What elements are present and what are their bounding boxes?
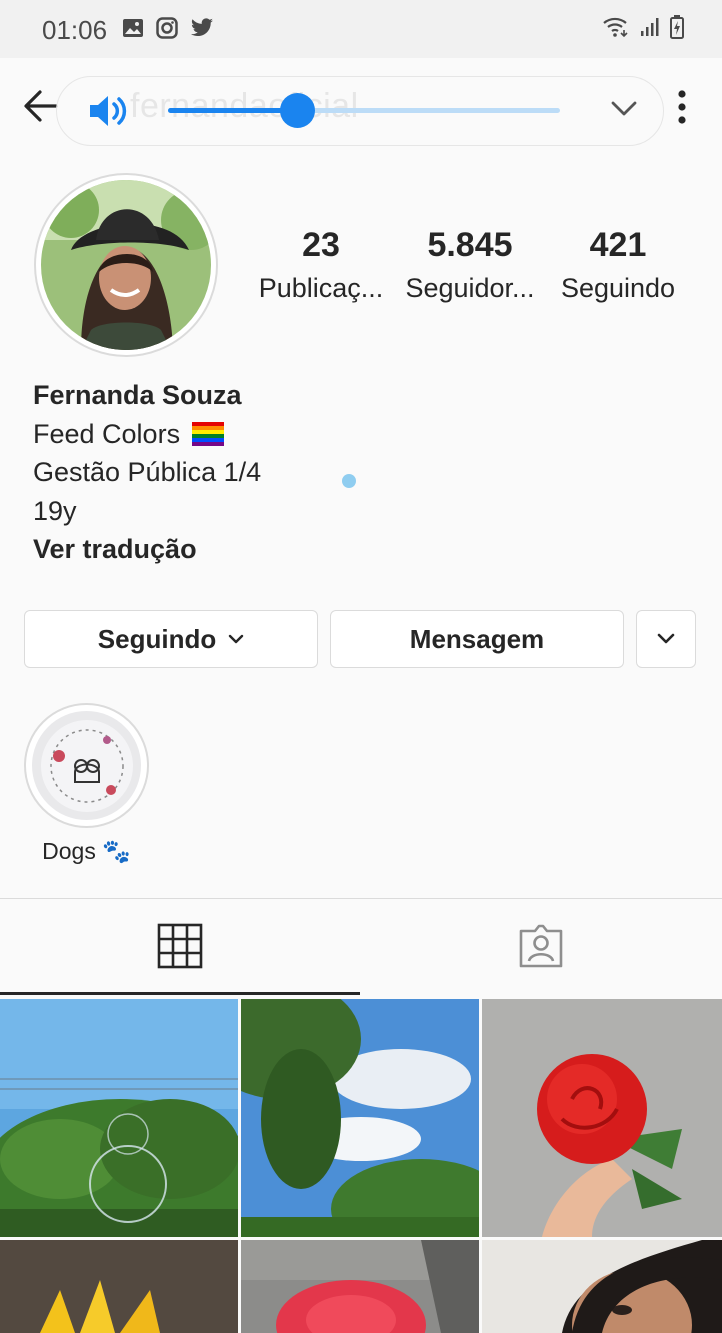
status-bar: 01:06 xyxy=(0,0,722,58)
stat-following-count: 421 xyxy=(589,226,647,264)
gallery-icon xyxy=(122,17,144,44)
more-options-icon[interactable] xyxy=(677,90,687,129)
tagged-icon xyxy=(517,923,565,974)
tab-tagged[interactable] xyxy=(360,899,722,997)
grid-icon xyxy=(157,923,203,974)
stat-following[interactable]: 421 Seguindo xyxy=(543,226,693,304)
post-thumbnail[interactable] xyxy=(482,1240,722,1333)
chevron-down-icon[interactable] xyxy=(610,98,638,123)
touch-indicator xyxy=(342,474,356,488)
chevron-down-icon xyxy=(228,633,244,645)
profile-bio: Fernanda Souza Feed Colors Gestão Públic… xyxy=(33,376,261,569)
highlight-dogs[interactable] xyxy=(32,711,141,820)
avatar[interactable] xyxy=(41,180,211,350)
twitter-icon xyxy=(190,17,214,44)
stat-posts-label: Publicaç... xyxy=(258,273,384,303)
signal-icon xyxy=(640,16,660,43)
status-time: 01:06 xyxy=(42,15,108,45)
stat-followers-label: Seguidor... xyxy=(405,273,535,303)
bio-line-1-text: Feed Colors xyxy=(33,418,181,449)
post-thumbnail[interactable] xyxy=(482,999,722,1237)
stat-posts-count: 23 xyxy=(302,226,340,264)
post-thumbnail[interactable] xyxy=(241,1240,479,1333)
stat-followers-count: 5.845 xyxy=(427,226,513,264)
following-button-label: Seguindo xyxy=(97,623,217,654)
profile-name: Fernanda Souza xyxy=(33,380,242,410)
stat-following-label: Seguindo xyxy=(560,273,676,303)
chevron-down-icon xyxy=(656,632,676,646)
suggested-accounts-button[interactable] xyxy=(636,610,696,668)
volume-slider-thumb[interactable] xyxy=(280,93,315,128)
following-button[interactable]: Seguindo xyxy=(24,610,318,668)
instagram-icon xyxy=(156,17,178,44)
post-thumbnail[interactable] xyxy=(0,1240,238,1333)
volume-slider-fill xyxy=(168,108,297,113)
post-thumbnail[interactable] xyxy=(241,999,479,1237)
highlight-label: Dogs 🐾 xyxy=(42,838,131,864)
message-button-label: Mensagem xyxy=(409,623,545,654)
active-tab-indicator xyxy=(0,992,360,995)
battery-icon xyxy=(670,15,684,44)
see-translation-link[interactable]: Ver tradução xyxy=(33,530,261,569)
stat-followers[interactable]: 5.845 Seguidor... xyxy=(395,226,545,304)
rainbow-flag-icon xyxy=(191,418,224,446)
speaker-icon[interactable] xyxy=(88,92,130,135)
bio-line-feed-colors: Feed Colors xyxy=(33,415,261,454)
wifi-icon xyxy=(602,16,630,43)
bio-line-2: Gestão Pública 1/4 xyxy=(33,457,262,487)
tab-posts-grid[interactable] xyxy=(0,899,360,997)
stat-posts[interactable]: 23 Publicaç... xyxy=(246,226,396,304)
post-thumbnail[interactable] xyxy=(0,999,238,1237)
bio-line-3: 19y xyxy=(33,495,77,526)
message-button[interactable]: Mensagem xyxy=(330,610,624,668)
